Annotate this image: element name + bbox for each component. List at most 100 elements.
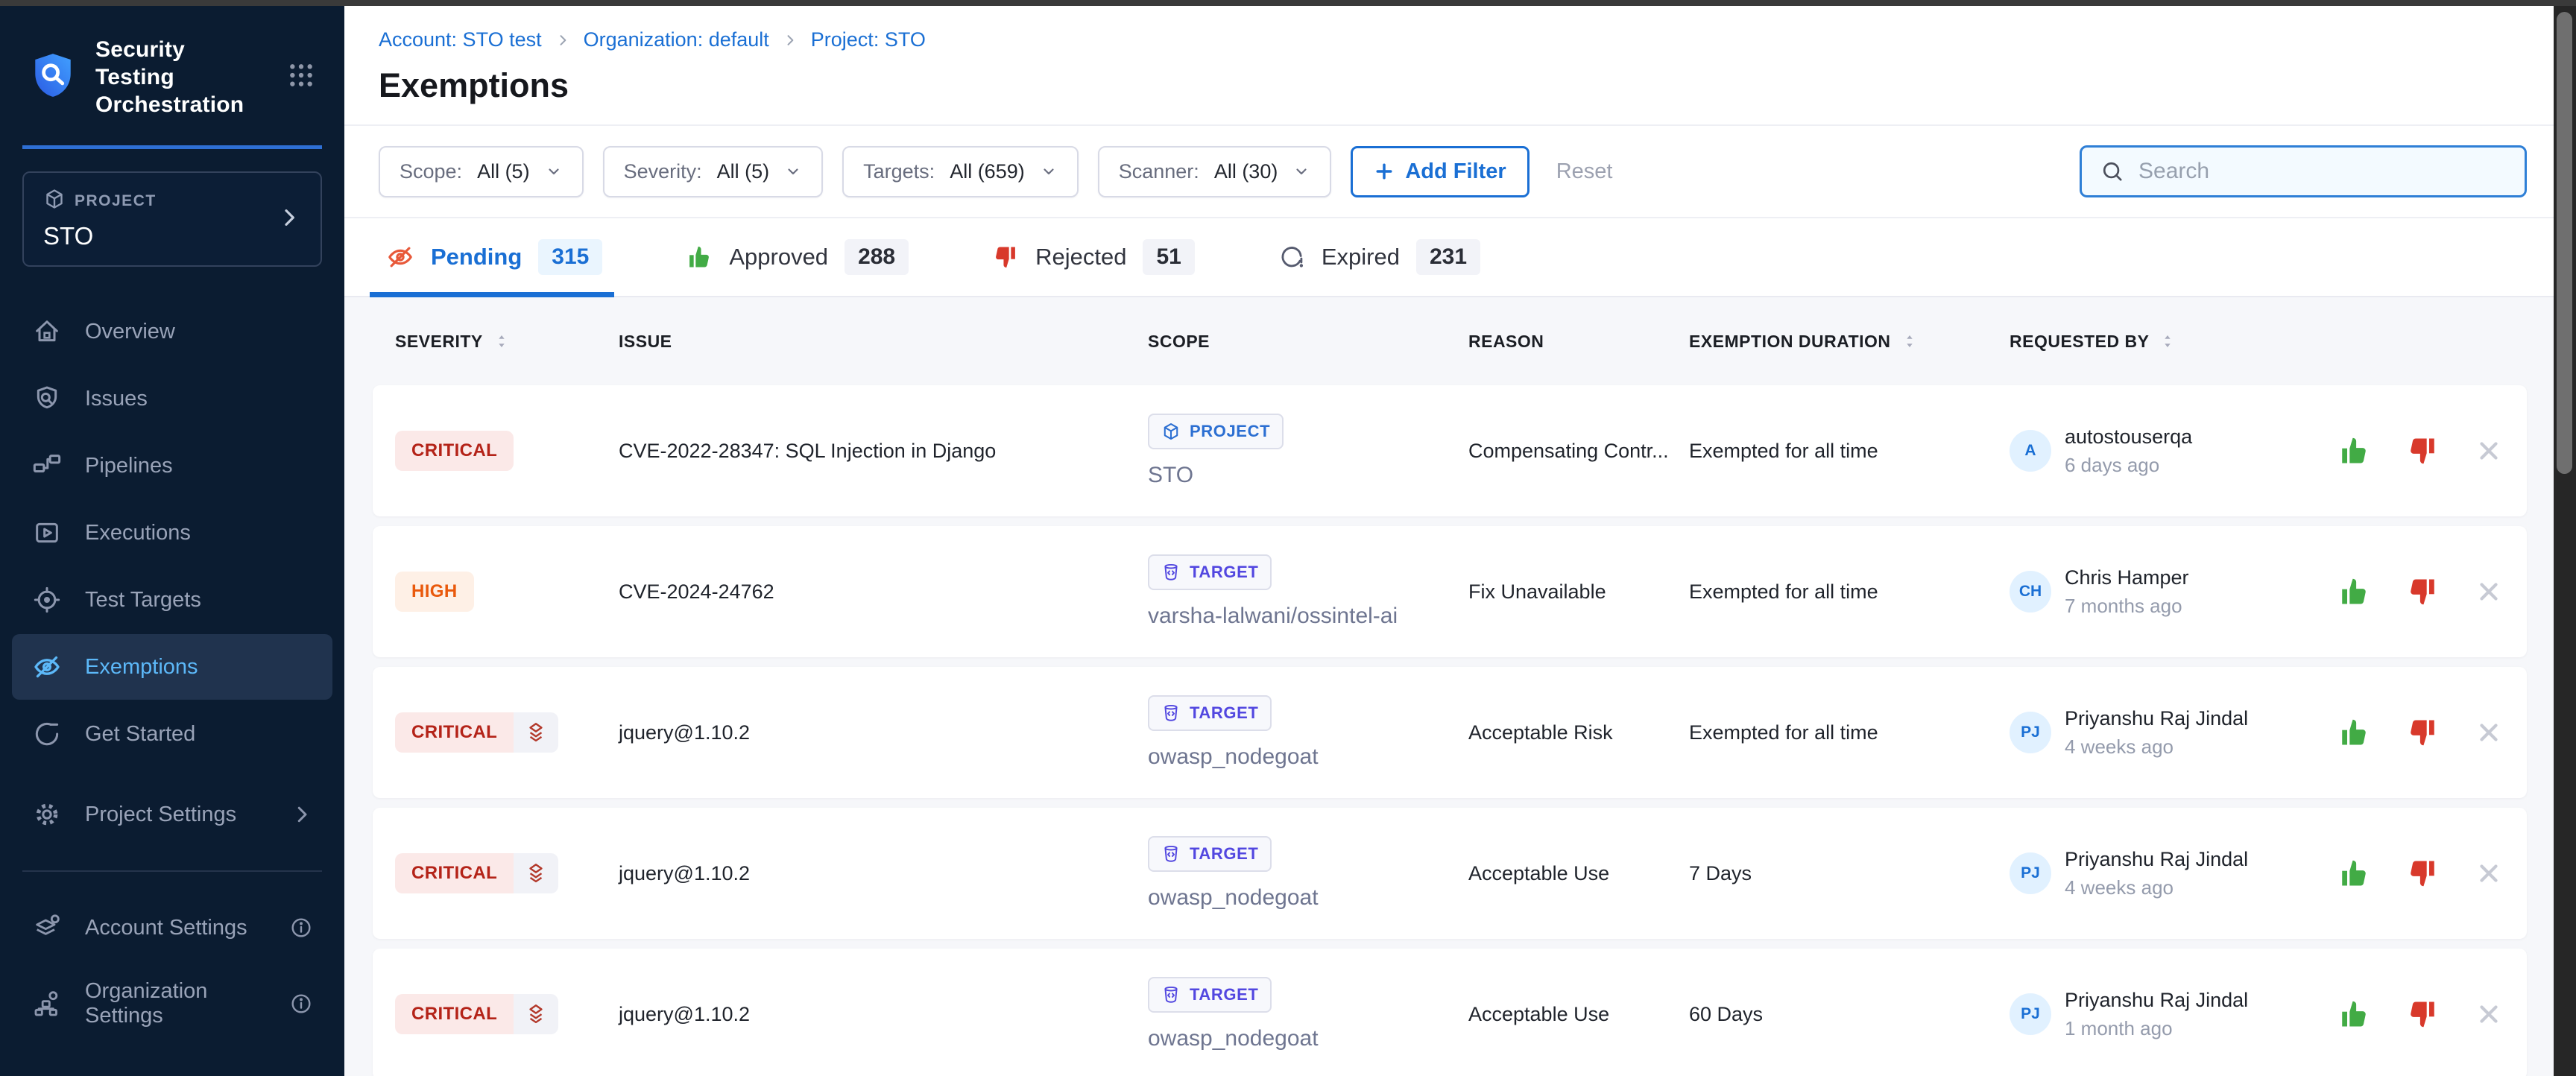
column-issue: ISSUE bbox=[619, 332, 1148, 352]
issue-name: CVE-2024-24762 bbox=[619, 580, 1148, 604]
column-severity[interactable]: SEVERITY bbox=[395, 332, 619, 352]
table-row[interactable]: CRITICAL jquery@1.10.2 TARGET owasp_node… bbox=[373, 667, 2527, 798]
chevron-down-icon bbox=[1292, 162, 1310, 180]
add-filter-button[interactable]: Add Filter bbox=[1351, 146, 1529, 197]
reject-button[interactable] bbox=[2406, 716, 2439, 749]
requested-by-cell: CH Chris Hamper 7 months ago bbox=[2010, 566, 2337, 618]
reset-filters-button[interactable]: Reset bbox=[1556, 159, 1613, 184]
scope-type-badge: TARGET bbox=[1148, 836, 1272, 872]
reason: Acceptable Use bbox=[1468, 1003, 1689, 1026]
table-row[interactable]: CRITICAL jquery@1.10.2 TARGET owasp_node… bbox=[373, 808, 2527, 939]
avatar: A bbox=[2010, 430, 2051, 472]
approve-button[interactable] bbox=[2337, 998, 2370, 1031]
requested-by-cell: PJ Priyanshu Raj Jindal 4 weeks ago bbox=[2010, 848, 2337, 899]
sidebar-item-label: Issues bbox=[85, 387, 148, 411]
tab-pending[interactable]: Pending 315 bbox=[386, 218, 602, 296]
app-title: Security Testing Orchestration bbox=[95, 36, 268, 118]
sto-shield-logo bbox=[28, 48, 78, 106]
expired-count-badge: 231 bbox=[1416, 239, 1480, 275]
reject-button[interactable] bbox=[2406, 575, 2439, 608]
sidebar: Security Testing Orchestration PROJECT S… bbox=[0, 6, 344, 1076]
main-content: Account: STO test Organization: default … bbox=[344, 6, 2554, 1076]
sidebar-item-label: Exemptions bbox=[85, 655, 198, 680]
thumbs-down-icon bbox=[992, 244, 1019, 270]
dismiss-button[interactable] bbox=[2475, 577, 2503, 606]
breadcrumb-project[interactable]: Project: STO bbox=[811, 28, 926, 51]
requester-name: Priyanshu Raj Jindal bbox=[2065, 989, 2248, 1012]
breadcrumb-account[interactable]: Account: STO test bbox=[379, 28, 542, 51]
info-icon[interactable] bbox=[289, 992, 313, 1016]
reject-button[interactable] bbox=[2406, 434, 2439, 467]
tab-approved[interactable]: Approved 288 bbox=[686, 218, 909, 296]
scope-name: STO bbox=[1148, 463, 1193, 488]
issue-name: jquery@1.10.2 bbox=[619, 1003, 1148, 1026]
table-row[interactable]: HIGH CVE-2024-24762 TARGET varsha-lalwan… bbox=[373, 526, 2527, 657]
sidebar-item-overview[interactable]: Overview bbox=[12, 299, 332, 364]
cube-icon bbox=[1161, 422, 1181, 441]
reject-button[interactable] bbox=[2406, 857, 2439, 890]
column-exemption-duration[interactable]: EXEMPTION DURATION bbox=[1689, 332, 2010, 352]
project-selector[interactable]: PROJECT STO bbox=[22, 171, 322, 267]
sort-icon[interactable] bbox=[492, 332, 511, 351]
module-grid-icon[interactable] bbox=[286, 60, 316, 94]
scanner-filter-dropdown[interactable]: Scanner: All (30) bbox=[1098, 146, 1332, 197]
approve-button[interactable] bbox=[2337, 575, 2370, 608]
window-top-edge bbox=[0, 0, 2576, 6]
targets-filter-dropdown[interactable]: Targets: All (659) bbox=[842, 146, 1079, 197]
severity-filter-dropdown[interactable]: Severity: All (5) bbox=[603, 146, 824, 197]
bucket-code-icon bbox=[1161, 703, 1181, 723]
approve-button[interactable] bbox=[2337, 716, 2370, 749]
severity-badge: CRITICAL bbox=[395, 994, 558, 1034]
sidebar-item-issues[interactable]: Issues bbox=[12, 366, 332, 431]
reason: Fix Unavailable bbox=[1468, 580, 1689, 604]
sidebar-item-executions[interactable]: Executions bbox=[12, 500, 332, 566]
approve-button[interactable] bbox=[2337, 857, 2370, 890]
dismiss-button[interactable] bbox=[2475, 437, 2503, 465]
reason: Acceptable Use bbox=[1468, 862, 1689, 885]
search-icon bbox=[2100, 159, 2125, 184]
avatar: PJ bbox=[2010, 993, 2051, 1035]
requested-time: 1 month ago bbox=[2065, 1017, 2248, 1040]
sidebar-item-label: Test Targets bbox=[85, 588, 201, 613]
dismiss-button[interactable] bbox=[2475, 718, 2503, 747]
issue-name: jquery@1.10.2 bbox=[619, 862, 1148, 885]
tab-rejected[interactable]: Rejected 51 bbox=[992, 218, 1195, 296]
sidebar-item-exemptions[interactable]: Exemptions bbox=[12, 634, 332, 700]
avatar: CH bbox=[2010, 571, 2051, 613]
chevron-down-icon bbox=[545, 162, 563, 180]
sidebar-item-get-started[interactable]: Get Started bbox=[12, 701, 332, 767]
sidebar-item-pipelines[interactable]: Pipelines bbox=[12, 433, 332, 499]
reject-button[interactable] bbox=[2406, 998, 2439, 1031]
breadcrumb: Account: STO test Organization: default … bbox=[379, 28, 2527, 51]
sidebar-item-label: Project Settings bbox=[85, 803, 236, 827]
exemption-duration: Exempted for all time bbox=[1689, 580, 2010, 604]
sidebar-item-project-settings[interactable]: Project Settings bbox=[12, 782, 332, 847]
scope-cell: TARGET owasp_nodegoat bbox=[1148, 977, 1468, 1051]
sidebar-divider bbox=[22, 870, 322, 872]
scope-name: owasp_nodegoat bbox=[1148, 885, 1319, 911]
sidebar-item-organization-settings[interactable]: Organization Settings bbox=[12, 962, 332, 1045]
page-scrollbar[interactable] bbox=[2554, 6, 2576, 1076]
sidebar-item-test-targets[interactable]: Test Targets bbox=[12, 567, 332, 633]
scrollbar-thumb[interactable] bbox=[2557, 12, 2572, 474]
table-row[interactable]: CRITICAL jquery@1.10.2 TARGET owasp_node… bbox=[373, 949, 2527, 1076]
breadcrumb-organization[interactable]: Organization: default bbox=[584, 28, 769, 51]
dismiss-button[interactable] bbox=[2475, 1000, 2503, 1028]
info-icon[interactable] bbox=[289, 916, 313, 940]
table-row[interactable]: CRITICAL CVE-2022-28347: SQL Injection i… bbox=[373, 385, 2527, 516]
sort-icon[interactable] bbox=[1900, 332, 1919, 351]
requester-name: Priyanshu Raj Jindal bbox=[2065, 707, 2248, 730]
sidebar-item-account-settings[interactable]: Account Settings bbox=[12, 895, 332, 961]
column-requested-by[interactable]: REQUESTED BY bbox=[2010, 332, 2337, 352]
column-reason: REASON bbox=[1468, 332, 1689, 352]
chevron-right-icon bbox=[555, 33, 570, 48]
tab-expired[interactable]: Expired 231 bbox=[1278, 218, 1480, 296]
approve-button[interactable] bbox=[2337, 434, 2370, 467]
search-input[interactable] bbox=[2138, 159, 2507, 184]
scope-cell: TARGET varsha-lalwani/ossintel-ai bbox=[1148, 554, 1468, 629]
row-actions bbox=[2337, 857, 2533, 890]
sort-icon[interactable] bbox=[2158, 332, 2177, 351]
rejected-count-badge: 51 bbox=[1143, 239, 1194, 275]
dismiss-button[interactable] bbox=[2475, 859, 2503, 887]
scope-filter-dropdown[interactable]: Scope: All (5) bbox=[379, 146, 584, 197]
